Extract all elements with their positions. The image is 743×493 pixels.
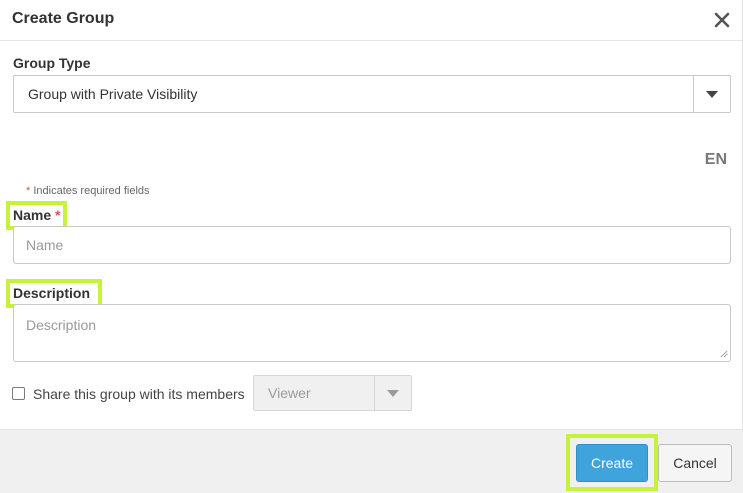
create-button[interactable]: Create [576, 444, 648, 482]
group-type-selected-value: Group with Private Visibility [28, 86, 198, 102]
cancel-button[interactable]: Cancel [658, 444, 732, 482]
required-fields-note: * Indicates required fields [26, 185, 150, 197]
close-button[interactable] [711, 9, 733, 31]
dialog-title: Create Group [12, 10, 115, 27]
description-label: Description [13, 285, 91, 301]
close-icon [714, 12, 730, 28]
share-role-select[interactable]: Viewer [253, 375, 412, 411]
name-label: Name * [13, 207, 60, 223]
name-required-asterisk: * [55, 207, 61, 223]
name-input[interactable] [13, 226, 731, 264]
required-note-text: Indicates required fields [30, 185, 150, 197]
share-role-selected-value: Viewer [268, 385, 311, 401]
share-role-dropdown-toggle[interactable] [374, 376, 411, 410]
share-with-members-checkbox[interactable] [12, 387, 25, 400]
dialog-header: Create Group [0, 0, 743, 41]
share-with-members-label[interactable]: Share this group with its members [33, 386, 245, 402]
resize-grip-icon[interactable] [720, 350, 728, 358]
group-type-dropdown-toggle[interactable] [693, 76, 730, 112]
description-textarea[interactable] [13, 304, 731, 362]
group-type-select[interactable]: Group with Private Visibility [13, 75, 731, 113]
group-type-label: Group Type [13, 55, 91, 71]
language-indicator[interactable]: EN [705, 151, 727, 169]
create-group-dialog: Create Group Group Type Group with Priva… [0, 0, 743, 493]
chevron-down-icon [706, 91, 718, 98]
dialog-footer: Create Cancel [0, 429, 743, 493]
name-label-text: Name [13, 207, 52, 223]
chevron-down-icon [387, 390, 399, 397]
